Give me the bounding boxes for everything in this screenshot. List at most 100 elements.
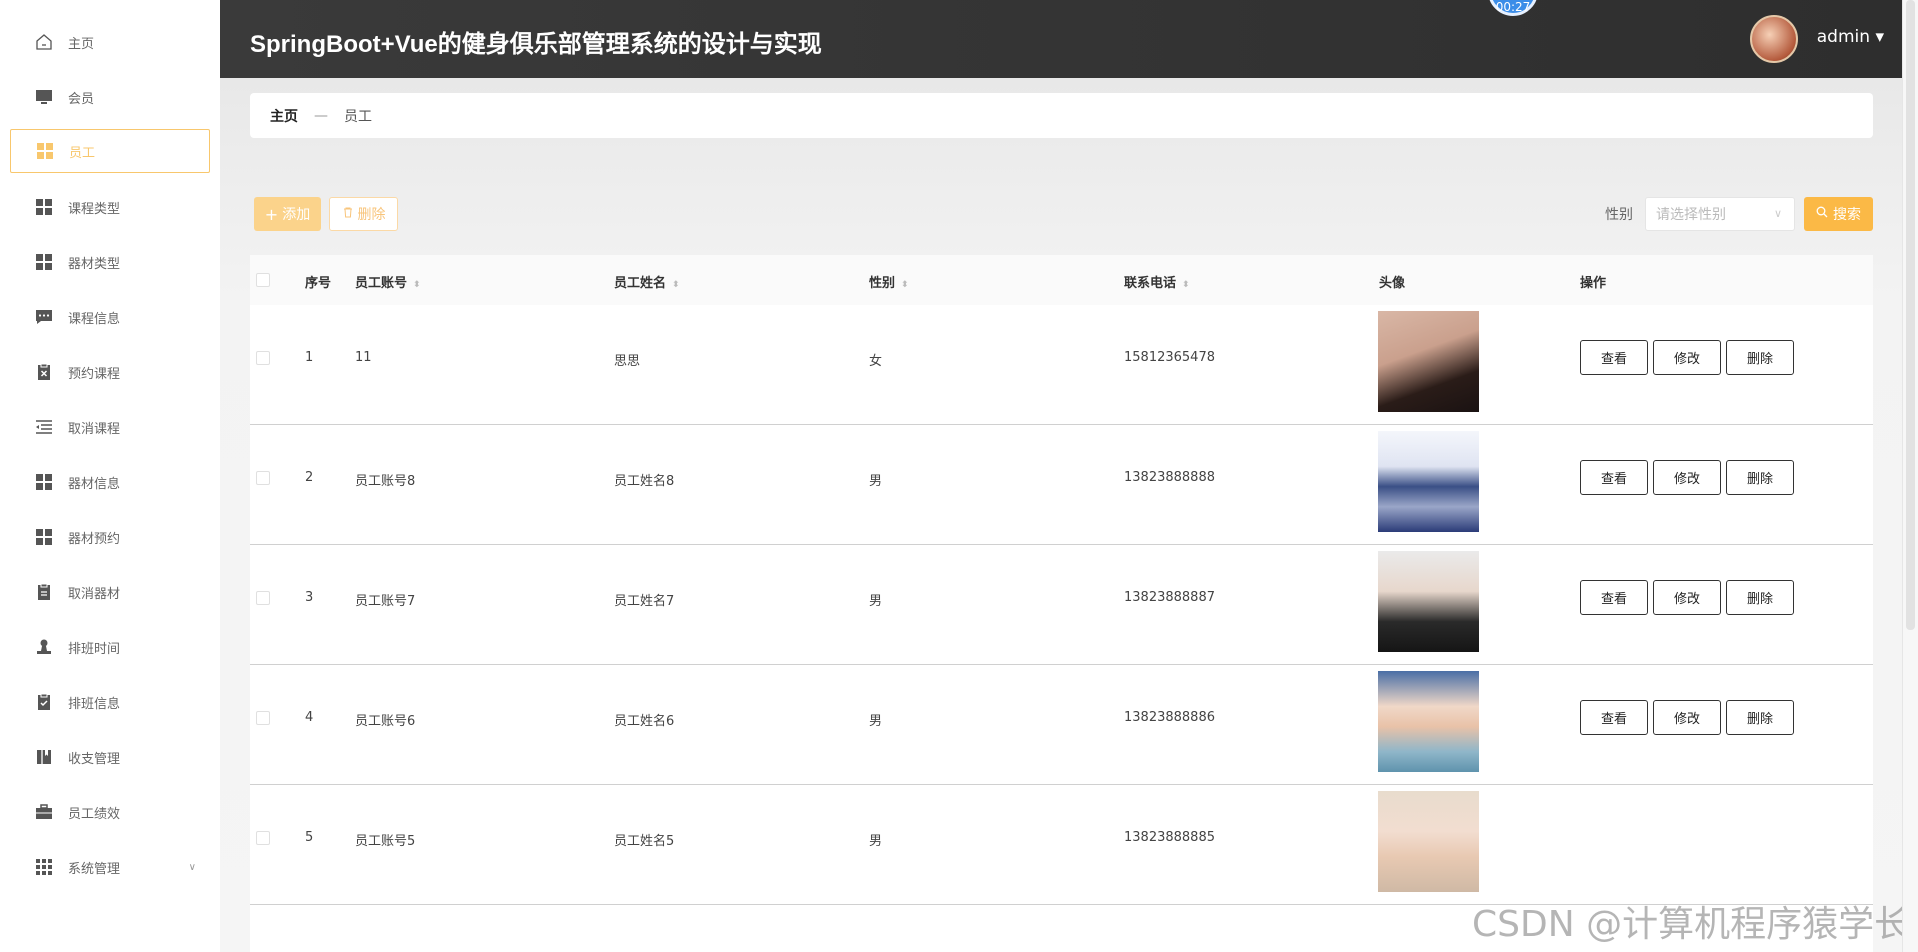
apps-icon [34, 857, 54, 877]
breadcrumb-home[interactable]: 主页 [270, 106, 298, 126]
view-button[interactable]: 查看 [1580, 580, 1648, 615]
sidebar-item[interactable]: 器材信息 [10, 460, 210, 504]
delete-button[interactable]: 删除 [1726, 700, 1794, 735]
sidebar-item-label: 预约课程 [68, 366, 121, 382]
top-bar: SpringBoot+Vue的健身俱乐部管理系统的设计与实现 admin ▾ [220, 0, 1902, 78]
sidebar-item-label: 会员 [68, 91, 95, 107]
cell-name: 员工姓名5 [614, 834, 675, 849]
sidebar-item[interactable]: 收支管理 [10, 735, 210, 779]
grid-icon [35, 141, 55, 161]
page-title: SpringBoot+Vue的健身俱乐部管理系统的设计与实现 [250, 31, 822, 58]
table-row: 1 11 思思女 15812365478 查看 修改 删除 [250, 305, 1873, 425]
username: admin [1816, 27, 1871, 47]
book-icon [34, 747, 54, 767]
cell-phone: 15812365478 [1124, 350, 1215, 365]
row-checkbox[interactable] [256, 471, 270, 485]
row-checkbox[interactable] [256, 591, 270, 605]
sidebar-item[interactable]: 器材预约 [10, 515, 210, 559]
clipboard-check-icon [34, 692, 54, 712]
scrollbar[interactable] [1902, 0, 1918, 952]
sidebar-item-label: 课程类型 [68, 201, 121, 217]
briefcase-icon [34, 802, 54, 822]
sidebar-item[interactable]: 主页 [10, 20, 210, 64]
select-all-checkbox[interactable] [256, 273, 270, 287]
trash-icon [342, 206, 354, 222]
gender-select-placeholder: 请选择性别 [1656, 207, 1726, 223]
edit-button[interactable]: 修改 [1653, 460, 1721, 495]
sidebar-item[interactable]: 系统管理 ∨ [10, 845, 210, 889]
sort-icon: ⬍ [413, 280, 421, 290]
add-button[interactable]: + 添加 [254, 197, 321, 231]
employee-avatar [1378, 311, 1479, 412]
view-button[interactable]: 查看 [1580, 700, 1648, 735]
delete-button[interactable]: 删除 [1726, 340, 1794, 375]
row-number: 5 [305, 830, 314, 845]
cell-phone: 13823888886 [1124, 710, 1215, 725]
home-icon [34, 32, 54, 52]
sidebar-item-label: 排班信息 [68, 696, 121, 712]
row-checkbox[interactable] [256, 711, 270, 725]
employee-avatar [1378, 431, 1479, 532]
col-phone[interactable]: 联系电话 ⬍ [1124, 272, 1190, 291]
employee-avatar [1378, 791, 1479, 892]
sidebar-item[interactable]: 器材类型 [10, 240, 210, 284]
sidebar-item[interactable]: 预约课程 [10, 350, 210, 394]
col-avatar: 头像 [1379, 276, 1406, 291]
indent-icon [34, 417, 54, 437]
table-row: 2 员工账号8 员工姓名8 男 13823888888 查看 修改 删除 [250, 425, 1873, 545]
view-button[interactable]: 查看 [1580, 340, 1648, 375]
col-no: 序号 [305, 276, 332, 291]
delete-button[interactable]: 删除 [1726, 580, 1794, 615]
cell-gender: 男 [869, 474, 883, 489]
sidebar-item-label: 排班时间 [68, 641, 121, 657]
row-checkbox[interactable] [256, 831, 270, 845]
sidebar-item[interactable]: 取消课程 [10, 405, 210, 449]
grid-icon [34, 252, 54, 272]
sidebar-item[interactable]: 排班信息 [10, 680, 210, 724]
edit-button[interactable]: 修改 [1653, 700, 1721, 735]
search-button-label: 搜索 [1833, 207, 1861, 223]
sidebar-item-label: 收支管理 [68, 751, 121, 767]
watermark: CSDN @计算机程序猿学长 [1472, 904, 1911, 945]
sidebar: 主页会员员工课程类型器材类型课程信息预约课程取消课程器材信息器材预约取消器材排班… [0, 0, 220, 952]
sidebar-item[interactable]: 排班时间 [10, 625, 210, 669]
user-menu[interactable]: admin ▾ [1817, 27, 1884, 47]
sidebar-item[interactable]: 员工 [10, 129, 210, 173]
grid-icon [34, 527, 54, 547]
table-row: 4 员工账号6 员工姓名6 男 13823888886 查看 修改 删除 [250, 665, 1873, 785]
stamp-icon [34, 637, 54, 657]
employee-avatar [1378, 671, 1479, 772]
grid-icon [34, 197, 54, 217]
sidebar-item-label: 系统管理 [68, 861, 121, 877]
sidebar-item-label: 器材信息 [68, 476, 121, 492]
sidebar-item[interactable]: 课程类型 [10, 185, 210, 229]
row-checkbox[interactable] [256, 351, 270, 365]
table-header: 序号 员工账号 ⬍ 员工姓名 ⬍ 性别 ⬍ 联系电话 ⬍ 头像 操作 [250, 255, 1873, 305]
row-number: 1 [305, 350, 314, 365]
batch-delete-button[interactable]: 删除 [329, 197, 398, 231]
grid-icon [34, 472, 54, 492]
cell-account: 11 [355, 350, 372, 365]
add-button-label: 添加 [282, 207, 311, 223]
sidebar-item[interactable]: 课程信息 [10, 295, 210, 339]
table-row: 5 员工账号5 员工姓名5 男 13823888885 [250, 785, 1873, 905]
col-gender[interactable]: 性别 ⬍ [869, 272, 909, 291]
col-name[interactable]: 员工姓名 ⬍ [614, 272, 680, 291]
delete-button[interactable]: 删除 [1726, 460, 1794, 495]
cell-account: 员工账号7 [355, 594, 416, 609]
sort-icon: ⬍ [1182, 280, 1190, 290]
cell-phone: 13823888885 [1124, 830, 1215, 845]
cell-gender: 男 [869, 714, 883, 729]
avatar[interactable] [1750, 15, 1798, 63]
employee-table: 序号 员工账号 ⬍ 员工姓名 ⬍ 性别 ⬍ 联系电话 ⬍ 头像 操作 1 11 思思女 158… [250, 255, 1873, 952]
view-button[interactable]: 查看 [1580, 460, 1648, 495]
edit-button[interactable]: 修改 [1653, 580, 1721, 615]
gender-select[interactable]: 请选择性别 ∨ [1645, 197, 1795, 231]
scrollbar-thumb[interactable] [1906, 0, 1915, 630]
sidebar-item[interactable]: 取消器材 [10, 570, 210, 614]
sidebar-item[interactable]: 员工绩效 [10, 790, 210, 834]
col-account[interactable]: 员工账号 ⬍ [355, 272, 421, 291]
search-button[interactable]: 搜索 [1804, 197, 1873, 231]
edit-button[interactable]: 修改 [1653, 340, 1721, 375]
sidebar-item[interactable]: 会员 [10, 75, 210, 119]
